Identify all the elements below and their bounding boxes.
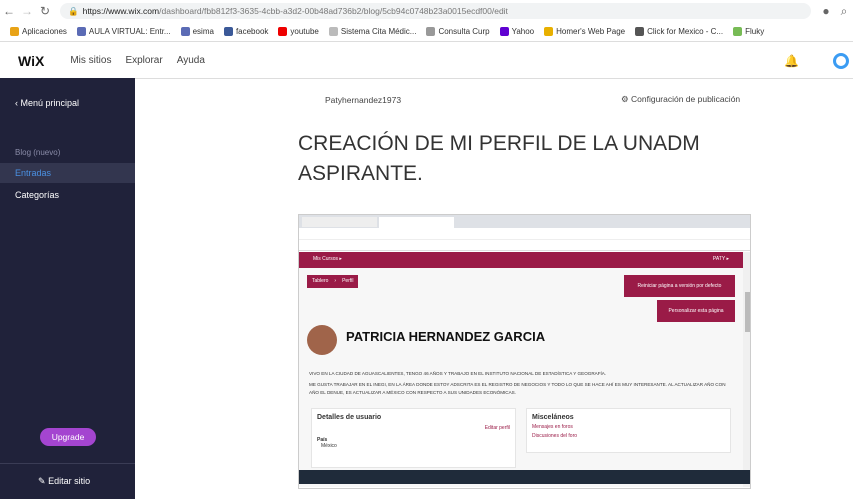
profile-photo: [307, 325, 337, 355]
embedded-navbar: Mis Cursos ▸ PATY ▸: [299, 252, 743, 268]
bell-icon[interactable]: 🔔: [784, 54, 799, 68]
bookmark-item[interactable]: Sistema Cita Médic...: [328, 27, 416, 36]
bookmark-icon: [635, 27, 645, 36]
menu-mis-sitios[interactable]: Mis sitios: [70, 55, 111, 66]
zoom-icon[interactable]: ⌕: [835, 4, 853, 19]
user-details-card: Detalles de usuario Editar perfil País M…: [311, 408, 516, 468]
lock-icon: 🔒: [68, 5, 79, 16]
menu-ayuda[interactable]: Ayuda: [177, 55, 205, 66]
profile-bio: VIVO EN LA CIUDAD DE AGUASCALIENTES, TEN…: [309, 371, 726, 395]
profile-name: PATRICIA HERNANDEZ GARCIA: [346, 329, 546, 344]
gear-icon: ⚙: [621, 94, 629, 104]
bookmark-item[interactable]: Fluky: [733, 27, 764, 36]
bookmark-item[interactable]: Aplicaciones: [10, 27, 67, 36]
bookmark-icon: [499, 27, 509, 36]
bookmark-item[interactable]: esima: [180, 27, 214, 36]
bookmark-icon: [76, 27, 86, 36]
bookmark-item[interactable]: AULA VIRTUAL: Entr...: [76, 27, 171, 36]
author-name: Patyhernandez1973: [325, 95, 402, 105]
bookmark-item[interactable]: youtube: [278, 27, 319, 36]
bookmark-item[interactable]: Consulta Curp: [426, 27, 490, 36]
reload-icon[interactable]: ↻: [36, 4, 54, 18]
sidebar-item-entradas[interactable]: Entradas: [0, 163, 135, 183]
bookmarks-bar: Aplicaciones AULA VIRTUAL: Entr... esima fa…: [0, 22, 853, 42]
bookmark-icon: [733, 27, 743, 36]
back-icon[interactable]: ←: [0, 4, 18, 18]
forward-icon[interactable]: →: [18, 4, 36, 18]
sidebar: ‹ Menú principal Blog (nuevo) Entradas C…: [0, 78, 135, 499]
embedded-breadcrumb: Tablero › Perfil: [307, 275, 359, 288]
customize-page-button: Personalizar esta página: [657, 300, 735, 322]
upgrade-button[interactable]: Upgrade: [40, 428, 96, 446]
embedded-screenshot[interactable]: Mis Cursos ▸ PATY ▸ Tablero › Perfil Reinic…: [298, 214, 751, 489]
misc-card: Misceláneos Mensajes en foros Discusione…: [526, 408, 731, 453]
bookmark-icon: [278, 27, 288, 36]
browser-toolbar: ← → ↻ 🔒 https://www.wix.com/dashboard/fbb…: [0, 0, 853, 22]
bookmark-icon: [328, 27, 338, 36]
wix-logo[interactable]: WiX: [18, 53, 44, 69]
publish-settings-button[interactable]: ⚙ Configuración de publicación: [621, 94, 740, 105]
post-editor: Patyhernandez1973 ⚙ Configuración de pub…: [135, 78, 853, 499]
pencil-icon: ✎: [38, 476, 46, 486]
post-title[interactable]: CREACIÓN DE MI PERFIL DE LA UNADM ASPIRA…: [298, 129, 748, 189]
section-label: Blog (nuevo): [15, 148, 61, 157]
bookmark-icon: [180, 27, 190, 36]
menu-explorar[interactable]: Explorar: [125, 55, 162, 66]
taskbar: [299, 470, 750, 484]
bookmark-icon: [223, 27, 233, 36]
reset-page-button: Reiniciar página a versión por defecto: [624, 275, 735, 297]
avatar[interactable]: [833, 52, 849, 69]
bookmark-icon: [544, 27, 554, 36]
bookmark-item[interactable]: Yahoo: [499, 27, 534, 36]
edit-site-button[interactable]: ✎ Editar sitio: [38, 476, 90, 487]
wix-header: WiX Mis sitios Explorar Ayuda 🔔: [0, 43, 853, 78]
bookmark-item[interactable]: Click for Mexico - C...: [635, 27, 723, 36]
address-bar[interactable]: 🔒 https://www.wix.com/dashboard/fbb812f3-…: [60, 3, 811, 19]
bookmark-icon: [426, 27, 436, 36]
bookmark-item[interactable]: Homer's Web Page: [544, 27, 625, 36]
back-to-main-menu[interactable]: ‹ Menú principal: [15, 98, 79, 108]
bookmark-item[interactable]: facebook: [223, 27, 268, 36]
extension-icon[interactable]: ●: [817, 4, 835, 18]
bookmark-icon: [10, 27, 19, 36]
sidebar-item-categorias[interactable]: Categorías: [15, 190, 59, 200]
